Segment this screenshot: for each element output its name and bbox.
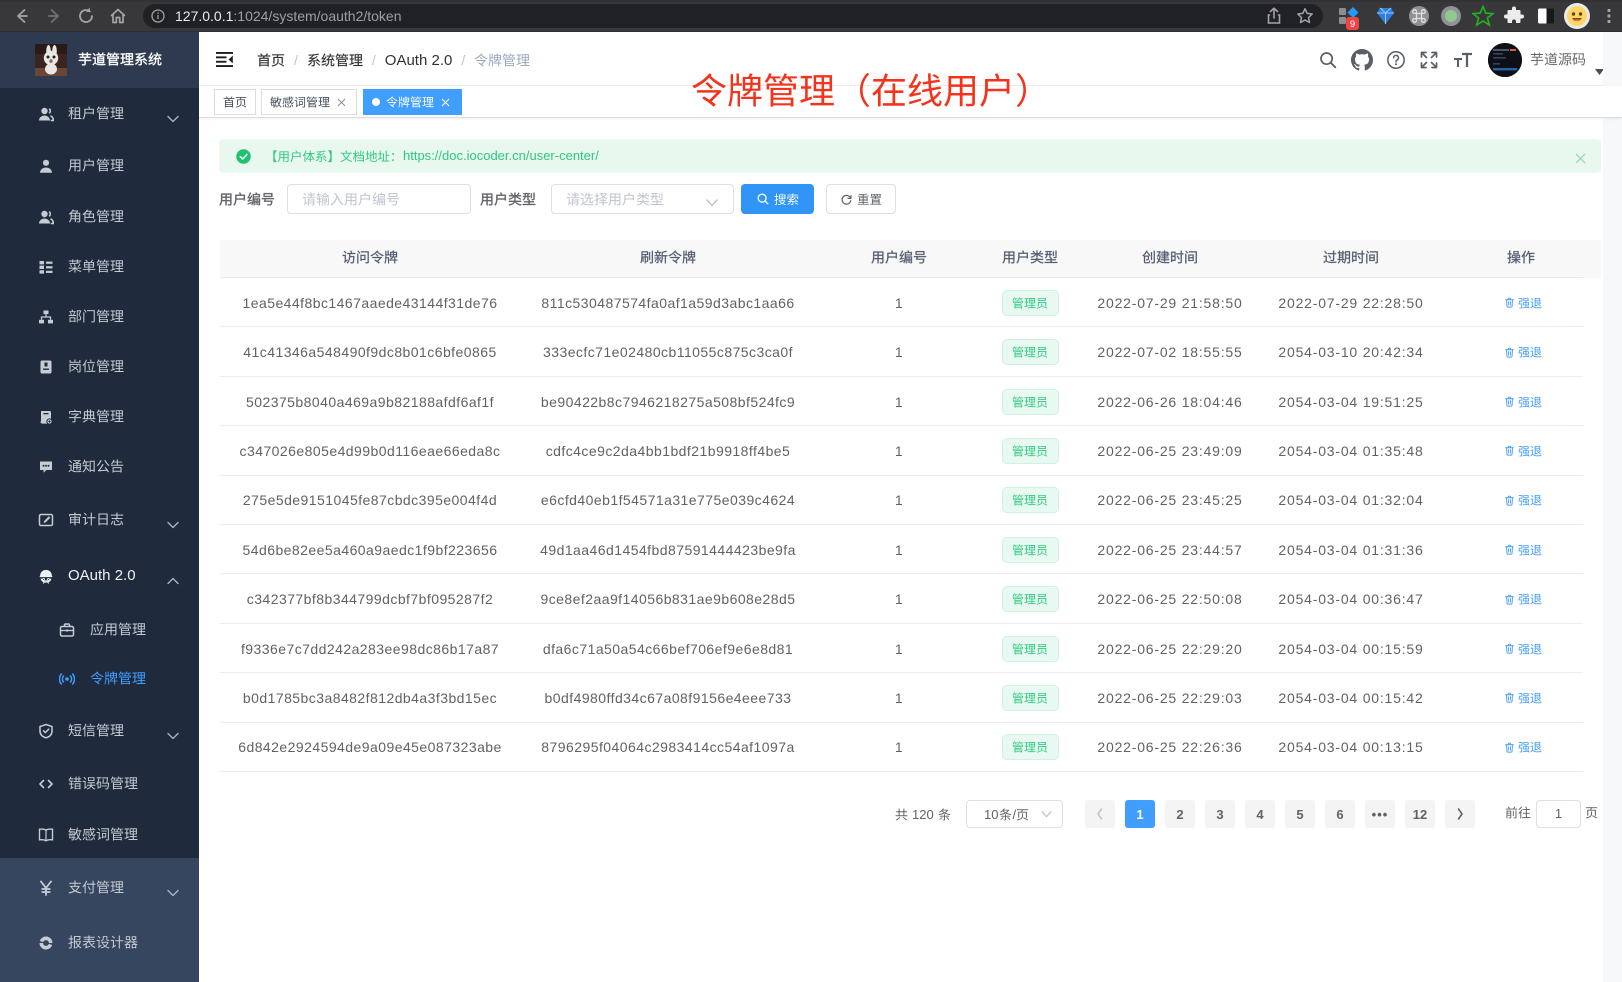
svg-text:9: 9 — [1350, 19, 1355, 30]
